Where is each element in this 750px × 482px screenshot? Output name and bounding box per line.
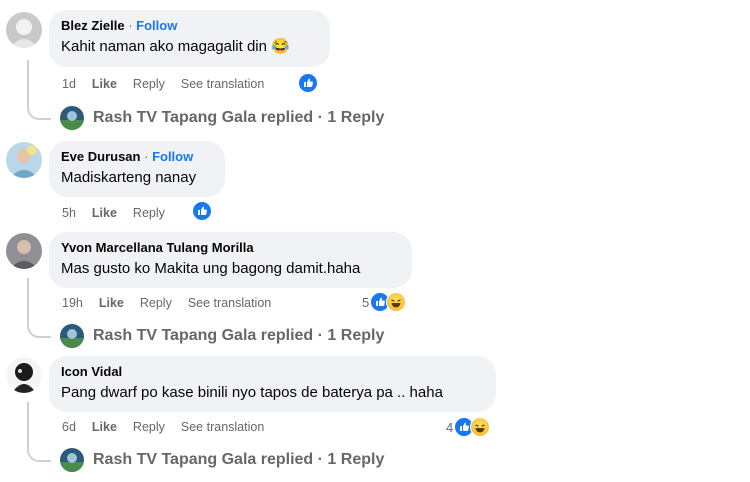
reply-summary-text: Rash TV Tapang Gala replied · 1 Reply <box>93 109 385 126</box>
reaction-summary[interactable]: 5 <box>362 292 407 312</box>
reaction-count: 4 <box>446 419 454 435</box>
avatar <box>60 324 84 348</box>
avatar[interactable] <box>6 12 42 48</box>
like-button[interactable]: Like <box>99 295 124 311</box>
comment-author-line: Eve Durusan · Follow <box>61 149 194 164</box>
thread-connector <box>27 278 51 338</box>
thread-connector <box>27 402 51 462</box>
reply-button[interactable]: Reply <box>133 419 165 435</box>
reply-summary-text: Rash TV Tapang Gala replied · 1 Reply <box>93 451 385 468</box>
like-button[interactable]: Like <box>92 419 117 435</box>
see-translation-link[interactable]: See translation <box>181 419 264 435</box>
comment-timestamp[interactable]: 1d <box>62 76 76 92</box>
comment-bubble: Blez Zielle · Follow Kahit naman ako mag… <box>49 10 330 67</box>
comment-timestamp[interactable]: 5h <box>62 205 76 221</box>
comment-actions: 1d Like Reply See translation <box>62 76 280 92</box>
follow-button[interactable]: Follow <box>136 18 177 33</box>
view-replies-link[interactable]: Rash TV Tapang Gala replied · 1 Reply <box>60 448 384 472</box>
avatar[interactable] <box>6 357 42 393</box>
comment-author[interactable]: Yvon Marcellana Tulang Morilla <box>61 240 254 255</box>
reaction-summary[interactable] <box>192 201 212 221</box>
avatar <box>60 106 84 130</box>
comment-bubble: Eve Durusan · Follow Madiskarteng nanay <box>49 141 225 197</box>
comment-author-line: Icon Vidal <box>61 364 484 380</box>
comment-actions: 19h Like Reply See translation <box>62 295 287 311</box>
avatar[interactable] <box>6 233 42 269</box>
haha-reaction-icon <box>386 292 407 312</box>
comment-author-line: Blez Zielle · Follow <box>61 18 178 33</box>
see-translation-link[interactable]: See translation <box>181 76 264 92</box>
like-reaction-icon <box>298 73 318 93</box>
reply-button[interactable]: Reply <box>133 76 165 92</box>
reaction-summary[interactable] <box>298 73 318 93</box>
see-translation-link[interactable]: See translation <box>188 295 271 311</box>
comment-timestamp[interactable]: 6d <box>62 419 76 435</box>
follow-button[interactable]: Follow <box>152 149 193 164</box>
reaction-summary[interactable]: 4 <box>446 417 491 437</box>
comment-author[interactable]: Eve Durusan <box>61 149 140 164</box>
comment-author-line: Yvon Marcellana Tulang Morilla <box>61 240 400 256</box>
comment-timestamp[interactable]: 19h <box>62 295 83 311</box>
like-button[interactable]: Like <box>92 205 117 221</box>
like-button[interactable]: Like <box>92 76 117 92</box>
like-reaction-icon <box>192 201 212 221</box>
haha-reaction-icon <box>470 417 491 437</box>
comment-text: Madiskarteng nanay <box>61 169 197 186</box>
view-replies-link[interactable]: Rash TV Tapang Gala replied · 1 Reply <box>60 324 384 348</box>
comment-author[interactable]: Blez Zielle <box>61 18 125 33</box>
reply-summary-text: Rash TV Tapang Gala replied · 1 Reply <box>93 327 385 344</box>
comment-bubble: Yvon Marcellana Tulang Morilla Mas gusto… <box>49 232 412 288</box>
comment-text: Mas gusto ko Makita ung bagong damit.hah… <box>61 260 361 277</box>
reply-button[interactable]: Reply <box>133 205 165 221</box>
comment-text: Kahit naman ako magagalit din 😂 <box>61 38 290 55</box>
comment-actions: 6d Like Reply See translation <box>62 419 280 435</box>
avatar <box>60 448 84 472</box>
comment-author[interactable]: Icon Vidal <box>61 364 122 379</box>
reaction-count: 5 <box>362 294 370 310</box>
comment-actions: 5h Like Reply <box>62 205 181 221</box>
comment-text: Pang dwarf po kase binili nyo tapos de b… <box>61 384 443 401</box>
reply-button[interactable]: Reply <box>140 295 172 311</box>
thread-connector <box>27 60 51 120</box>
avatar[interactable] <box>6 142 42 178</box>
view-replies-link[interactable]: Rash TV Tapang Gala replied · 1 Reply <box>60 106 384 130</box>
comment-bubble: Icon Vidal Pang dwarf po kase binili nyo… <box>49 356 496 412</box>
